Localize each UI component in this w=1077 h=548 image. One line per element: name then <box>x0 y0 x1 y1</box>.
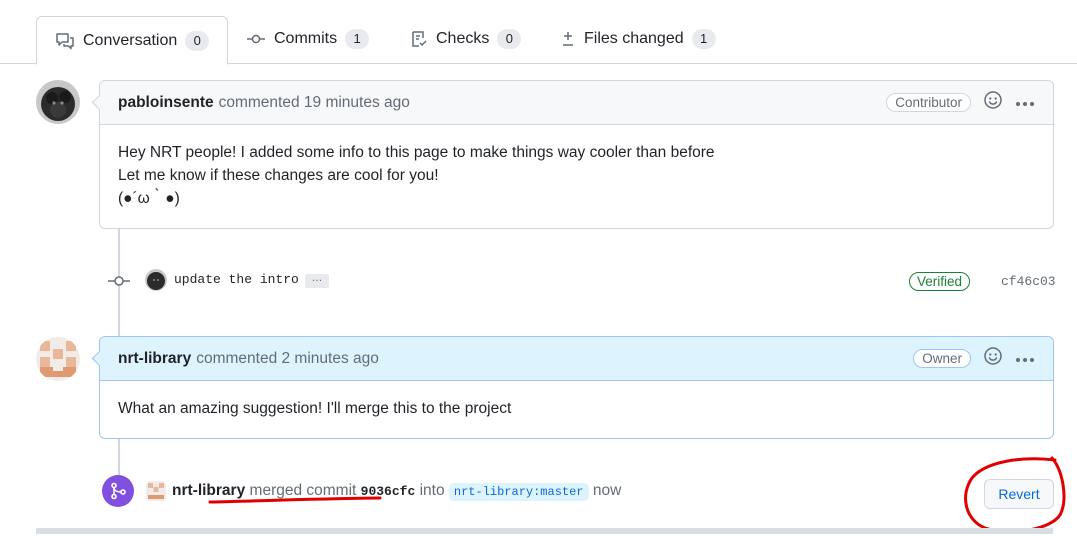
tab-conversation[interactable]: Conversation 0 <box>36 16 229 65</box>
tab-counter: 0 <box>185 30 210 51</box>
tab-label: Conversation <box>83 31 178 49</box>
annotation-circle <box>964 456 1066 534</box>
bottom-divider <box>36 528 1053 534</box>
annotation-overlay <box>208 456 1066 534</box>
comment-discussion-icon <box>55 32 75 50</box>
annotation-underline <box>208 496 382 504</box>
